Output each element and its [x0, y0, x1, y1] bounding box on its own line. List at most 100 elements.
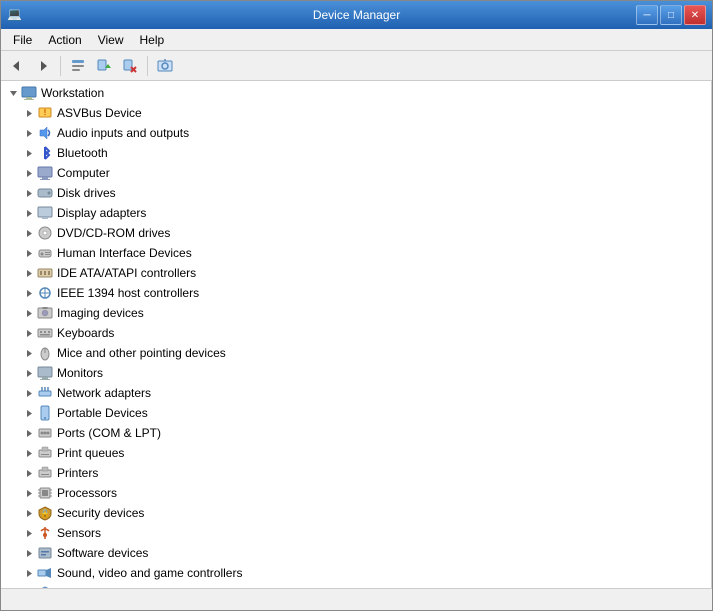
expand-icon-mice[interactable] — [21, 345, 37, 361]
tree-item-audio[interactable]: Audio inputs and outputs — [1, 123, 711, 143]
expand-icon-humaninterface[interactable] — [21, 245, 37, 261]
device-icon-printers — [37, 465, 53, 481]
svg-text:🔒: 🔒 — [40, 509, 50, 518]
device-label-portabledevices: Portable Devices — [57, 406, 148, 420]
tree-item-sensors[interactable]: Sensors — [1, 523, 711, 543]
tree-item-networkadapters[interactable]: Network adapters — [1, 383, 711, 403]
device-label-humaninterface: Human Interface Devices — [57, 246, 192, 260]
device-label-printqueues: Print queues — [57, 446, 124, 460]
tree-item-keyboards[interactable]: Keyboards — [1, 323, 711, 343]
expand-icon-bluetooth[interactable] — [21, 145, 37, 161]
device-icon-keyboards — [37, 325, 53, 341]
tree-item-printqueues[interactable]: Print queues — [1, 443, 711, 463]
device-tree[interactable]: Workstation! ASVBus Device Audio inputs an… — [1, 81, 712, 588]
tree-item-humaninterface[interactable]: Human Interface Devices — [1, 243, 711, 263]
tree-item-ideata[interactable]: IDE ATA/ATAPI controllers — [1, 263, 711, 283]
expand-icon-networkadapters[interactable] — [21, 385, 37, 401]
expand-icon-ieee1394[interactable] — [21, 285, 37, 301]
tree-item-workstation[interactable]: Workstation — [1, 83, 711, 103]
tree-item-imaging[interactable]: Imaging devices — [1, 303, 711, 323]
device-label-displayadapters: Display adapters — [57, 206, 146, 220]
tree-item-ieee1394[interactable]: IEEE 1394 host controllers — [1, 283, 711, 303]
tree-item-printers[interactable]: Printers — [1, 463, 711, 483]
expand-icon-workstation[interactable] — [5, 85, 21, 101]
expand-icon-computer[interactable] — [21, 165, 37, 181]
toolbar — [1, 51, 712, 81]
toolbar-sep-1 — [60, 56, 61, 76]
tree-item-processors[interactable]: Processors — [1, 483, 711, 503]
update-driver-button[interactable] — [92, 54, 116, 78]
tree-item-bluetooth[interactable]: Bluetooth — [1, 143, 711, 163]
tree-item-monitors[interactable]: Monitors — [1, 363, 711, 383]
toolbar-sep-2 — [147, 56, 148, 76]
properties-button[interactable] — [66, 54, 90, 78]
device-icon-sensors — [37, 525, 53, 541]
device-icon-monitors — [37, 365, 53, 381]
window-title: Device Manager — [313, 8, 400, 22]
device-label-audio: Audio inputs and outputs — [57, 126, 189, 140]
scan-button[interactable] — [153, 54, 177, 78]
device-label-ieee1394: IEEE 1394 host controllers — [57, 286, 199, 300]
expand-icon-displayadapters[interactable] — [21, 205, 37, 221]
expand-icon-ideata[interactable] — [21, 265, 37, 281]
tree-item-ports[interactable]: Ports (COM & LPT) — [1, 423, 711, 443]
tree-item-displayadapters[interactable]: Display adapters — [1, 203, 711, 223]
tree-item-securitydevices[interactable]: 🔒Security devices — [1, 503, 711, 523]
device-label-workstation: Workstation — [41, 86, 104, 100]
device-icon-portabledevices — [37, 405, 53, 421]
menu-help[interactable]: Help — [132, 31, 173, 49]
expand-icon-securitydevices[interactable] — [21, 505, 37, 521]
device-icon-ports — [37, 425, 53, 441]
menu-file[interactable]: File — [5, 31, 40, 49]
expand-icon-soundvideo[interactable] — [21, 565, 37, 581]
device-label-asvbus: ASVBus Device — [57, 106, 142, 120]
expand-icon-dvdrom[interactable] — [21, 225, 37, 241]
device-label-sensors: Sensors — [57, 526, 101, 540]
tree-item-mice[interactable]: Mice and other pointing devices — [1, 343, 711, 363]
device-label-monitors: Monitors — [57, 366, 103, 380]
device-label-imaging: Imaging devices — [57, 306, 144, 320]
expand-icon-audio[interactable] — [21, 125, 37, 141]
expand-icon-ports[interactable] — [21, 425, 37, 441]
tree-item-soundvideo[interactable]: Sound, video and game controllers — [1, 563, 711, 583]
device-label-mice: Mice and other pointing devices — [57, 346, 226, 360]
device-label-softwaredevices: Software devices — [57, 546, 148, 560]
expand-icon-imaging[interactable] — [21, 305, 37, 321]
tree-item-asvbus[interactable]: ! ASVBus Device — [1, 103, 711, 123]
minimize-button[interactable]: ─ — [636, 5, 658, 25]
expand-icon-asvbus[interactable] — [21, 105, 37, 121]
expand-icon-keyboards[interactable] — [21, 325, 37, 341]
device-icon-printqueues — [37, 445, 53, 461]
tree-item-portabledevices[interactable]: Portable Devices — [1, 403, 711, 423]
expand-icon-softwaredevices[interactable] — [21, 545, 37, 561]
tree-item-diskdrives[interactable]: Disk drives — [1, 183, 711, 203]
maximize-button[interactable]: □ — [660, 5, 682, 25]
device-icon-soundvideo — [37, 565, 53, 581]
tree-item-computer[interactable]: Computer — [1, 163, 711, 183]
expand-icon-sensors[interactable] — [21, 525, 37, 541]
close-button[interactable]: ✕ — [684, 5, 706, 25]
tree-item-dvdrom[interactable]: DVD/CD-ROM drives — [1, 223, 711, 243]
tree-item-softwaredevices[interactable]: Software devices — [1, 543, 711, 563]
expand-icon-processors[interactable] — [21, 485, 37, 501]
menu-action[interactable]: Action — [40, 31, 89, 49]
expand-icon-printqueues[interactable] — [21, 445, 37, 461]
device-label-diskdrives: Disk drives — [57, 186, 116, 200]
expand-icon-portabledevices[interactable] — [21, 405, 37, 421]
device-icon-asvbus: ! — [37, 105, 53, 121]
device-label-ideata: IDE ATA/ATAPI controllers — [57, 266, 196, 280]
device-label-bluetooth: Bluetooth — [57, 146, 108, 160]
device-label-soundvideo: Sound, video and game controllers — [57, 566, 242, 580]
device-icon-imaging — [37, 305, 53, 321]
device-label-keyboards: Keyboards — [57, 326, 114, 340]
uninstall-button[interactable] — [118, 54, 142, 78]
expand-icon-printers[interactable] — [21, 465, 37, 481]
back-button[interactable] — [5, 54, 29, 78]
device-icon-workstation — [21, 85, 37, 101]
forward-button[interactable] — [31, 54, 55, 78]
expand-icon-monitors[interactable] — [21, 365, 37, 381]
menu-view[interactable]: View — [90, 31, 132, 49]
device-icon-displayadapters — [37, 205, 53, 221]
device-label-computer: Computer — [57, 166, 110, 180]
expand-icon-diskdrives[interactable] — [21, 185, 37, 201]
